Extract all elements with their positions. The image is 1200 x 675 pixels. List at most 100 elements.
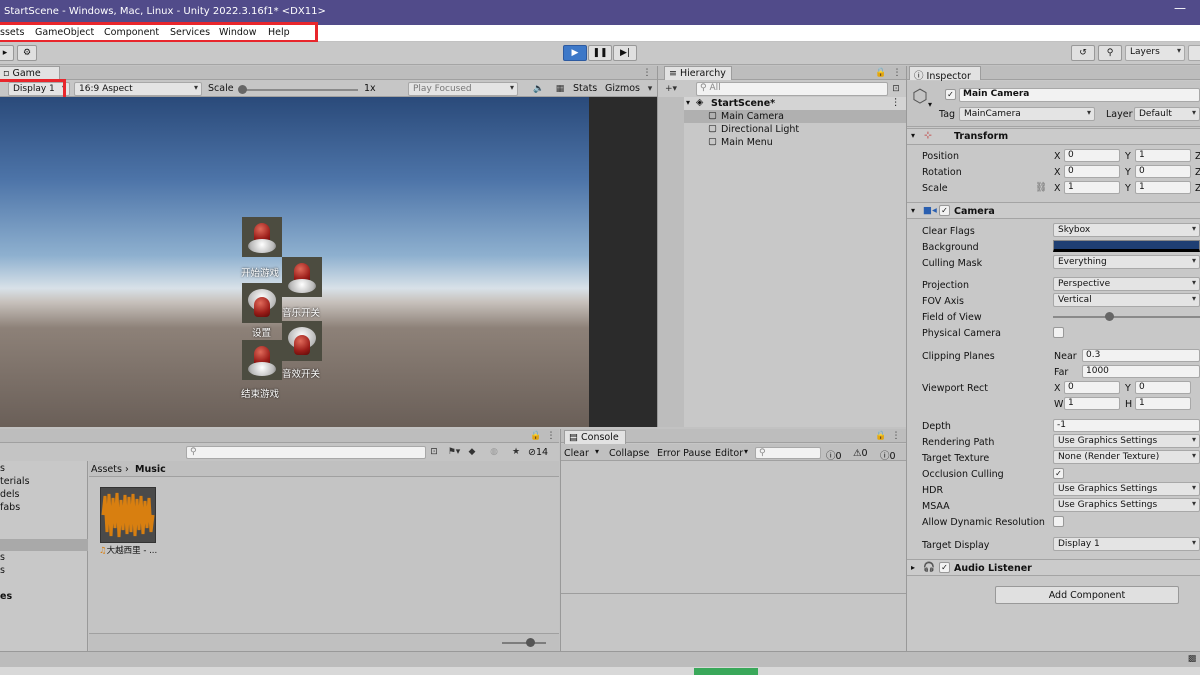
camera-enabled-checkbox[interactable]: ✓ — [939, 205, 950, 216]
project-search-input[interactable]: ⚲ — [186, 446, 426, 459]
add-component-button[interactable]: Add Component — [995, 586, 1179, 604]
hidden-count[interactable]: ⊘14 — [528, 447, 548, 458]
position-x-field[interactable]: 0 — [1064, 149, 1120, 162]
play-focused-dropdown[interactable]: Play Focused — [408, 82, 518, 96]
filter-type-icon[interactable]: ⚑▾ — [446, 445, 462, 459]
account-button[interactable]: ▸ — [0, 45, 14, 61]
layers-dropdown[interactable]: Layers — [1125, 45, 1185, 61]
scene-expand-icon[interactable]: ▾ — [686, 98, 690, 107]
position-y-field[interactable]: 1 — [1135, 149, 1191, 162]
tree-item[interactable]: s — [0, 565, 5, 576]
gizmos-button[interactable]: Gizmos — [605, 83, 640, 94]
console-menu-icon[interactable]: ⋮ — [890, 429, 902, 443]
hierarchy-search-input[interactable]: ⚲ All — [696, 82, 888, 96]
scale-x-field[interactable]: 1 — [1064, 181, 1120, 194]
tab-console[interactable]: ▤ Console — [564, 430, 626, 444]
tab-game[interactable]: ▫ Game — [0, 66, 60, 80]
icon-size-slider[interactable] — [502, 642, 546, 644]
fov-slider-track[interactable] — [1053, 316, 1200, 318]
exit-game-button[interactable] — [242, 340, 282, 380]
filter-label-icon[interactable]: ◆ — [466, 445, 478, 459]
viewport-w-field[interactable]: 1 — [1064, 397, 1120, 410]
fov-slider-handle[interactable] — [1105, 312, 1114, 321]
physical-camera-checkbox[interactable] — [1053, 327, 1064, 338]
camera-section-header[interactable] — [907, 202, 1200, 219]
object-name-field[interactable]: Main Camera — [959, 88, 1200, 102]
depth-field[interactable]: -1 — [1053, 419, 1200, 432]
tab-inspector[interactable]: ⓘ Inspector — [909, 66, 981, 82]
rotation-y-field[interactable]: 0 — [1135, 165, 1191, 178]
rendering-path-dropdown[interactable]: Use Graphics Settings — [1053, 434, 1200, 448]
start-game-button[interactable] — [242, 217, 282, 257]
collapse-arrow-icon[interactable]: ▾ — [911, 206, 915, 215]
background-color-swatch[interactable] — [1053, 240, 1200, 252]
lock-icon[interactable]: 🔒 — [875, 66, 887, 80]
hierarchy-item-selected[interactable] — [684, 110, 906, 123]
menu-window[interactable]: Window — [219, 27, 256, 38]
target-display-dropdown[interactable]: Display 1 — [1053, 537, 1200, 551]
occlusion-culling-checkbox[interactable]: ✓ — [1053, 468, 1064, 479]
menu-help[interactable]: Help — [268, 27, 290, 38]
aspect-dropdown[interactable]: 16:9 Aspect — [74, 82, 202, 96]
editor-dropdown-icon[interactable]: ▾ — [744, 447, 748, 456]
tree-item[interactable]: terials — [0, 476, 30, 487]
scene-search-icon[interactable]: ⊡ — [889, 82, 903, 96]
menu-assets[interactable]: ssets — [0, 27, 24, 38]
hdr-dropdown[interactable]: Use Graphics Settings — [1053, 482, 1200, 496]
pause-button[interactable]: ❚❚ — [588, 45, 612, 61]
step-button[interactable]: ▶| — [613, 45, 637, 61]
viewport-y-field[interactable]: 0 — [1135, 381, 1191, 394]
error-count-toggle[interactable]: ⓘ0 — [826, 448, 842, 462]
music-toggle-button[interactable] — [282, 257, 322, 297]
dynamic-resolution-checkbox[interactable] — [1053, 516, 1064, 527]
search-filter-icon[interactable]: ⊡ — [427, 445, 441, 459]
console-search-input[interactable]: ⚲ — [755, 447, 821, 459]
hidden-packages-icon[interactable]: ◍ — [487, 445, 501, 459]
projection-dropdown[interactable]: Perspective — [1053, 277, 1200, 291]
minimize-button[interactable]: — — [1174, 1, 1186, 15]
collapse-button[interactable]: Collapse — [609, 448, 649, 459]
link-icon[interactable]: ⛓ — [1035, 182, 1047, 193]
favorite-icon[interactable]: ★ — [509, 445, 523, 459]
error-pause-button[interactable]: Error Pause — [657, 448, 711, 459]
editor-dropdown[interactable]: Editor — [715, 448, 743, 459]
target-texture-field[interactable]: None (Render Texture) — [1053, 450, 1200, 464]
breadcrumb-music[interactable]: Music — [135, 464, 166, 475]
menu-gameobject[interactable]: GameObject — [35, 27, 94, 38]
play-button[interactable]: ▶ — [563, 45, 587, 61]
history-button[interactable]: ↺ — [1071, 45, 1095, 61]
audio-listener-checkbox[interactable]: ✓ — [939, 562, 950, 573]
clear-button[interactable]: Clear — [564, 448, 589, 459]
clear-options-icon[interactable]: ▾ — [595, 447, 599, 456]
tree-item[interactable]: fabs — [0, 502, 20, 513]
near-field[interactable]: 0.3 — [1082, 349, 1200, 362]
breadcrumb-assets[interactable]: Assets — [91, 464, 122, 475]
console-split-divider[interactable] — [561, 593, 906, 594]
project-menu-icon[interactable]: ⋮ — [545, 429, 557, 443]
icon-dropdown-icon[interactable]: ▾ — [928, 100, 932, 109]
tree-item[interactable]: dels — [0, 489, 19, 500]
object-active-checkbox[interactable]: ✓ — [945, 89, 956, 100]
log-count-toggle[interactable]: ⓘ0 — [880, 448, 896, 462]
transform-section-header[interactable] — [907, 128, 1200, 145]
menu-component[interactable]: Component — [104, 27, 159, 38]
hierarchy-menu-icon[interactable]: ⋮ — [891, 66, 903, 80]
hierarchy-item-main-camera[interactable]: Main Camera — [721, 111, 784, 122]
fov-axis-dropdown[interactable]: Vertical — [1053, 293, 1200, 307]
game-panel-menu-icon[interactable]: ⋮ — [640, 66, 654, 80]
gizmos-dropdown-icon[interactable]: ▾ — [645, 82, 655, 96]
sound-toggle-button[interactable] — [282, 321, 322, 361]
settings-game-button[interactable] — [242, 283, 282, 323]
mute-audio-icon[interactable]: 🔈 — [530, 82, 548, 96]
collapse-arrow-icon[interactable]: ▾ — [911, 131, 915, 140]
menu-services[interactable]: Services — [170, 27, 210, 38]
grid-icon[interactable]: ▦ — [552, 82, 568, 96]
tag-dropdown[interactable]: MainCamera — [959, 107, 1095, 121]
scale-slider-track[interactable] — [240, 89, 358, 91]
hierarchy-item-directional-light[interactable]: Directional Light — [721, 124, 799, 135]
culling-mask-dropdown[interactable]: Everything — [1053, 255, 1200, 269]
viewport-h-field[interactable]: 1 — [1135, 397, 1191, 410]
add-object-button[interactable]: +▾ — [661, 82, 681, 96]
warning-count-toggle[interactable]: ⚠0 — [853, 448, 868, 459]
scene-menu-icon[interactable]: ⋮ — [891, 97, 901, 108]
